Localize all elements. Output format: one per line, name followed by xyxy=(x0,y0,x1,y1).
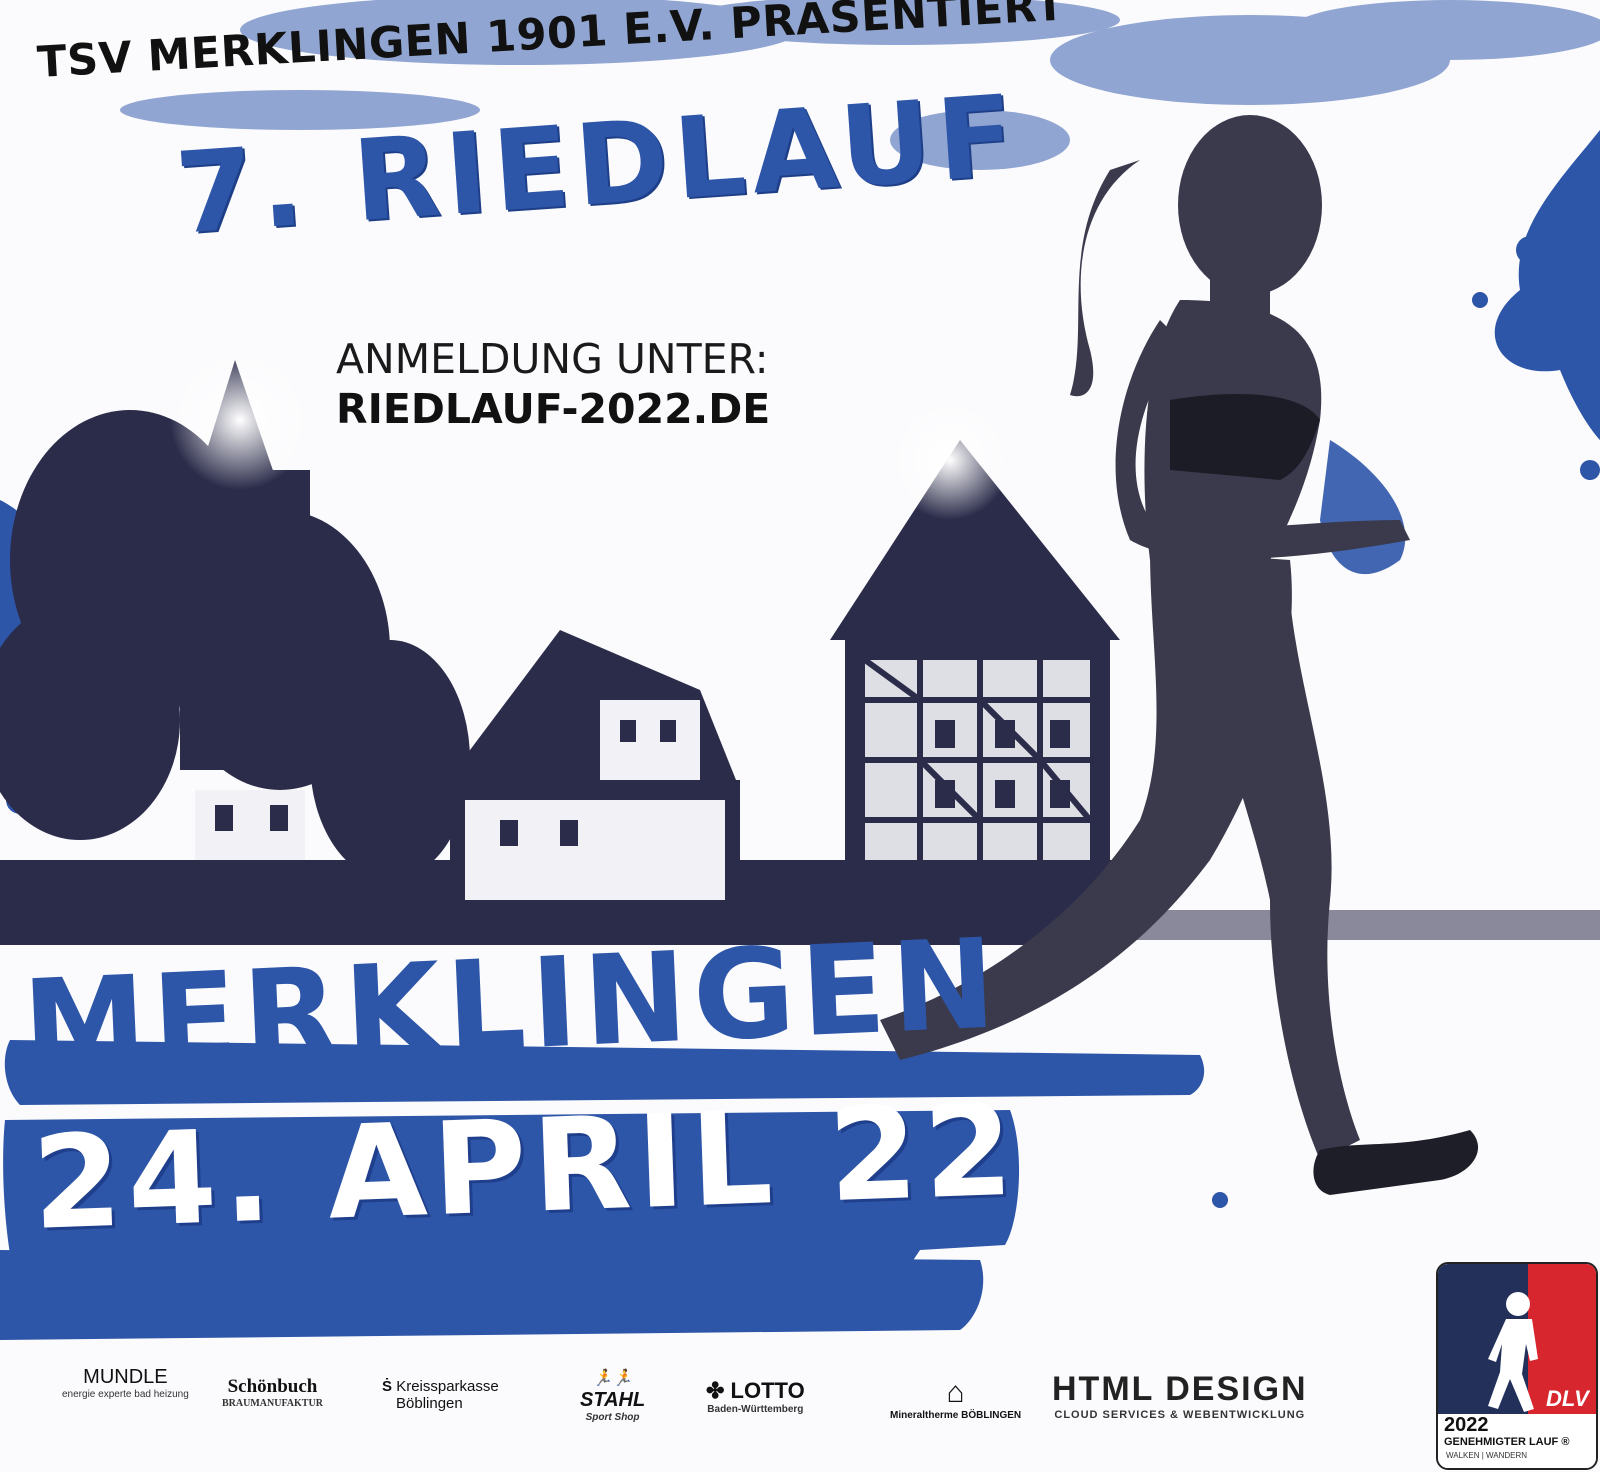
sponsor-schoenbuch-sub: BRAUMANUFAKTUR xyxy=(222,1398,323,1409)
blue-splatter-right xyxy=(1320,130,1600,575)
registration-url-link[interactable]: RIEDLAUF-2022.DE xyxy=(336,385,770,433)
sponsor-lotto-name: LOTTO xyxy=(730,1378,805,1403)
sponsor-html-name: HTML DESIGN xyxy=(1052,1370,1308,1408)
sparkasse-icon: Ṡ xyxy=(382,1378,397,1395)
sponsor-html-sub: CLOUD SERVICES & WEBENTWICKLUNG xyxy=(1054,1409,1306,1421)
clover-icon: ✤ xyxy=(706,1378,731,1403)
event-poster: TSV MERKLINGEN 1901 E.V. PRÄSENTIERT 7. … xyxy=(0,0,1600,1472)
sponsor-lotto-logo: ✤ LOTTO Baden-Württemberg xyxy=(706,1378,805,1415)
light-glow xyxy=(890,400,1010,520)
sponsor-ksk-line2: Böblingen xyxy=(396,1395,463,1412)
sponsor-stahl-sub: Sport Shop xyxy=(585,1412,640,1423)
light-glow xyxy=(170,350,310,490)
sponsor-lotto-sub: Baden-Württemberg xyxy=(707,1404,804,1415)
sponsor-schoenbuch-logo: Schönbuch BRAUMANUFAKTUR xyxy=(222,1376,323,1409)
sponsor-ksk-line1: Kreissparkasse xyxy=(396,1378,499,1395)
badge-line1: GENEHMIGTER LAUF ® xyxy=(1444,1436,1570,1448)
runners-icon: 🏃🏃 xyxy=(592,1370,633,1387)
sponsor-mundle-name: MUNDLE xyxy=(83,1366,168,1388)
sponsor-mundle-logo: MUNDLE energie experte bad heizung xyxy=(62,1366,189,1400)
sponsor-mineraltherme-logo: ⌂ Mineraltherme BÖBLINGEN xyxy=(890,1376,1021,1421)
badge-line2: WALKEN | WANDERN xyxy=(1446,1451,1528,1460)
sponsor-stahl-logo: 🏃🏃 STAHL Sport Shop xyxy=(580,1366,645,1423)
sponsor-mineral-name: Mineraltherme BÖBLINGEN xyxy=(890,1410,1022,1421)
sponsor-kreissparkasse-logo: Ṡ Kreissparkasse Böblingen xyxy=(382,1378,499,1412)
pavilion-icon: ⌂ xyxy=(946,1376,965,1409)
dlv-approval-badge: DLV 2022 GENEHMIGTER LAUF ® WALKEN | WAN… xyxy=(1436,1262,1598,1470)
badge-year: 2022 xyxy=(1444,1414,1489,1436)
sponsor-html-design-logo: HTML DESIGN CLOUD SERVICES & WEBENTWICKL… xyxy=(1052,1370,1308,1421)
sponsor-schoenbuch-name: Schönbuch xyxy=(227,1376,318,1397)
sponsor-stahl-name: STAHL xyxy=(580,1389,646,1411)
sponsor-mundle-sub: energie experte bad heizung xyxy=(62,1389,189,1400)
dlv-mark: DLV xyxy=(1546,1386,1589,1411)
registration-label: ANMELDUNG UNTER: xyxy=(336,335,769,383)
